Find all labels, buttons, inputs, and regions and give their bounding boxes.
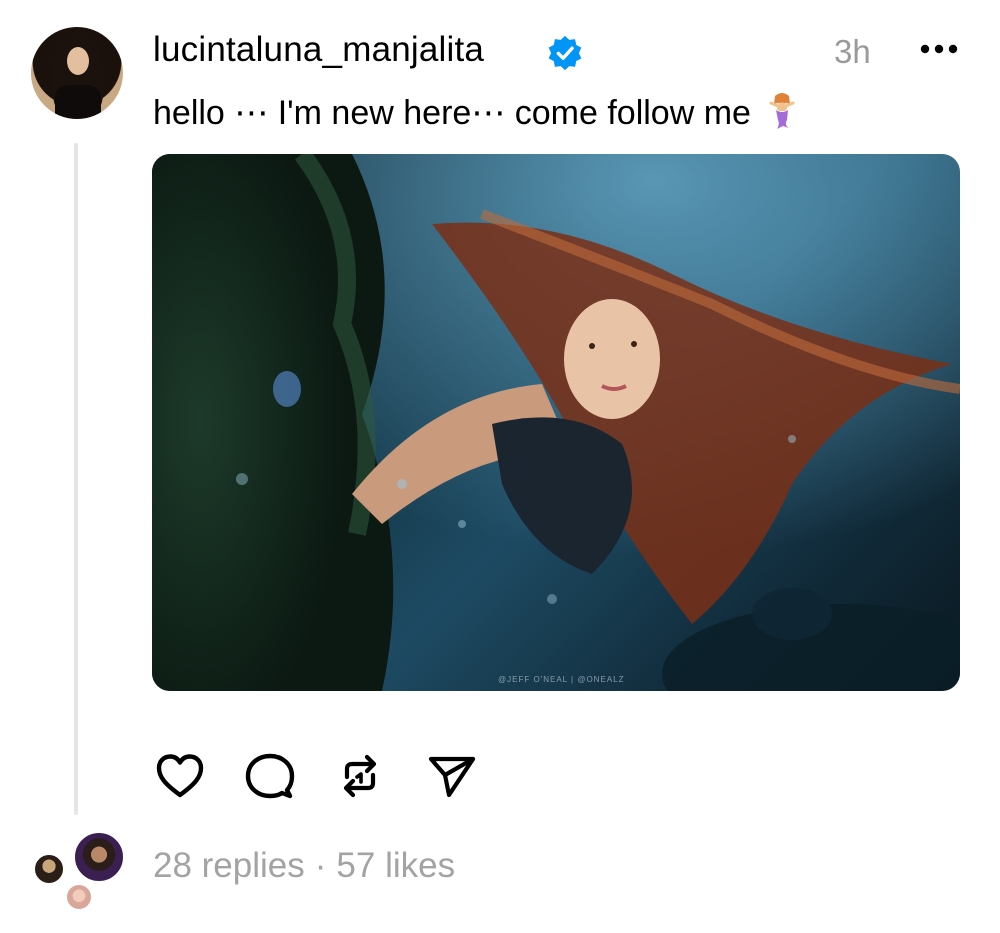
thread-line bbox=[74, 143, 78, 815]
replier-avatars[interactable] bbox=[30, 830, 130, 912]
replier-avatar bbox=[64, 882, 94, 912]
repost-button[interactable] bbox=[332, 748, 388, 804]
photo-watermark: @JEFF O'NEAL | @ONEALZ bbox=[498, 675, 625, 684]
caption-text: hello ⋯ I'm new here⋯ come follow me bbox=[153, 94, 751, 132]
post-timestamp: 3h bbox=[834, 33, 871, 70]
thread-post: lucintaluna_manjalita 3h hello ⋯ I'm new… bbox=[0, 0, 1000, 933]
more-options-icon[interactable] bbox=[917, 36, 961, 62]
post-caption: hello ⋯ I'm new here⋯ come follow me bbox=[153, 92, 799, 133]
author-avatar[interactable] bbox=[31, 27, 123, 119]
send-icon bbox=[428, 756, 476, 798]
likes-count[interactable]: 57 likes bbox=[336, 846, 455, 885]
action-bar bbox=[152, 748, 482, 804]
heart-icon bbox=[156, 754, 204, 798]
stats-separator: · bbox=[314, 846, 327, 885]
post-image[interactable]: @JEFF O'NEAL | @ONEALZ bbox=[152, 154, 960, 691]
replier-avatar bbox=[72, 830, 126, 884]
like-button[interactable] bbox=[152, 748, 208, 804]
share-button[interactable] bbox=[424, 748, 480, 804]
mermaid-emoji-icon bbox=[769, 93, 795, 129]
replies-count[interactable]: 28 replies bbox=[153, 846, 305, 885]
reply-button[interactable] bbox=[242, 748, 298, 804]
verified-badge-icon bbox=[548, 35, 582, 71]
replier-avatar bbox=[32, 852, 66, 886]
repost-icon bbox=[343, 754, 377, 798]
author-username[interactable]: lucintaluna_manjalita bbox=[153, 30, 484, 70]
comment-bubble-icon bbox=[245, 753, 295, 799]
post-stats: 28 replies · 57 likes bbox=[153, 846, 455, 886]
